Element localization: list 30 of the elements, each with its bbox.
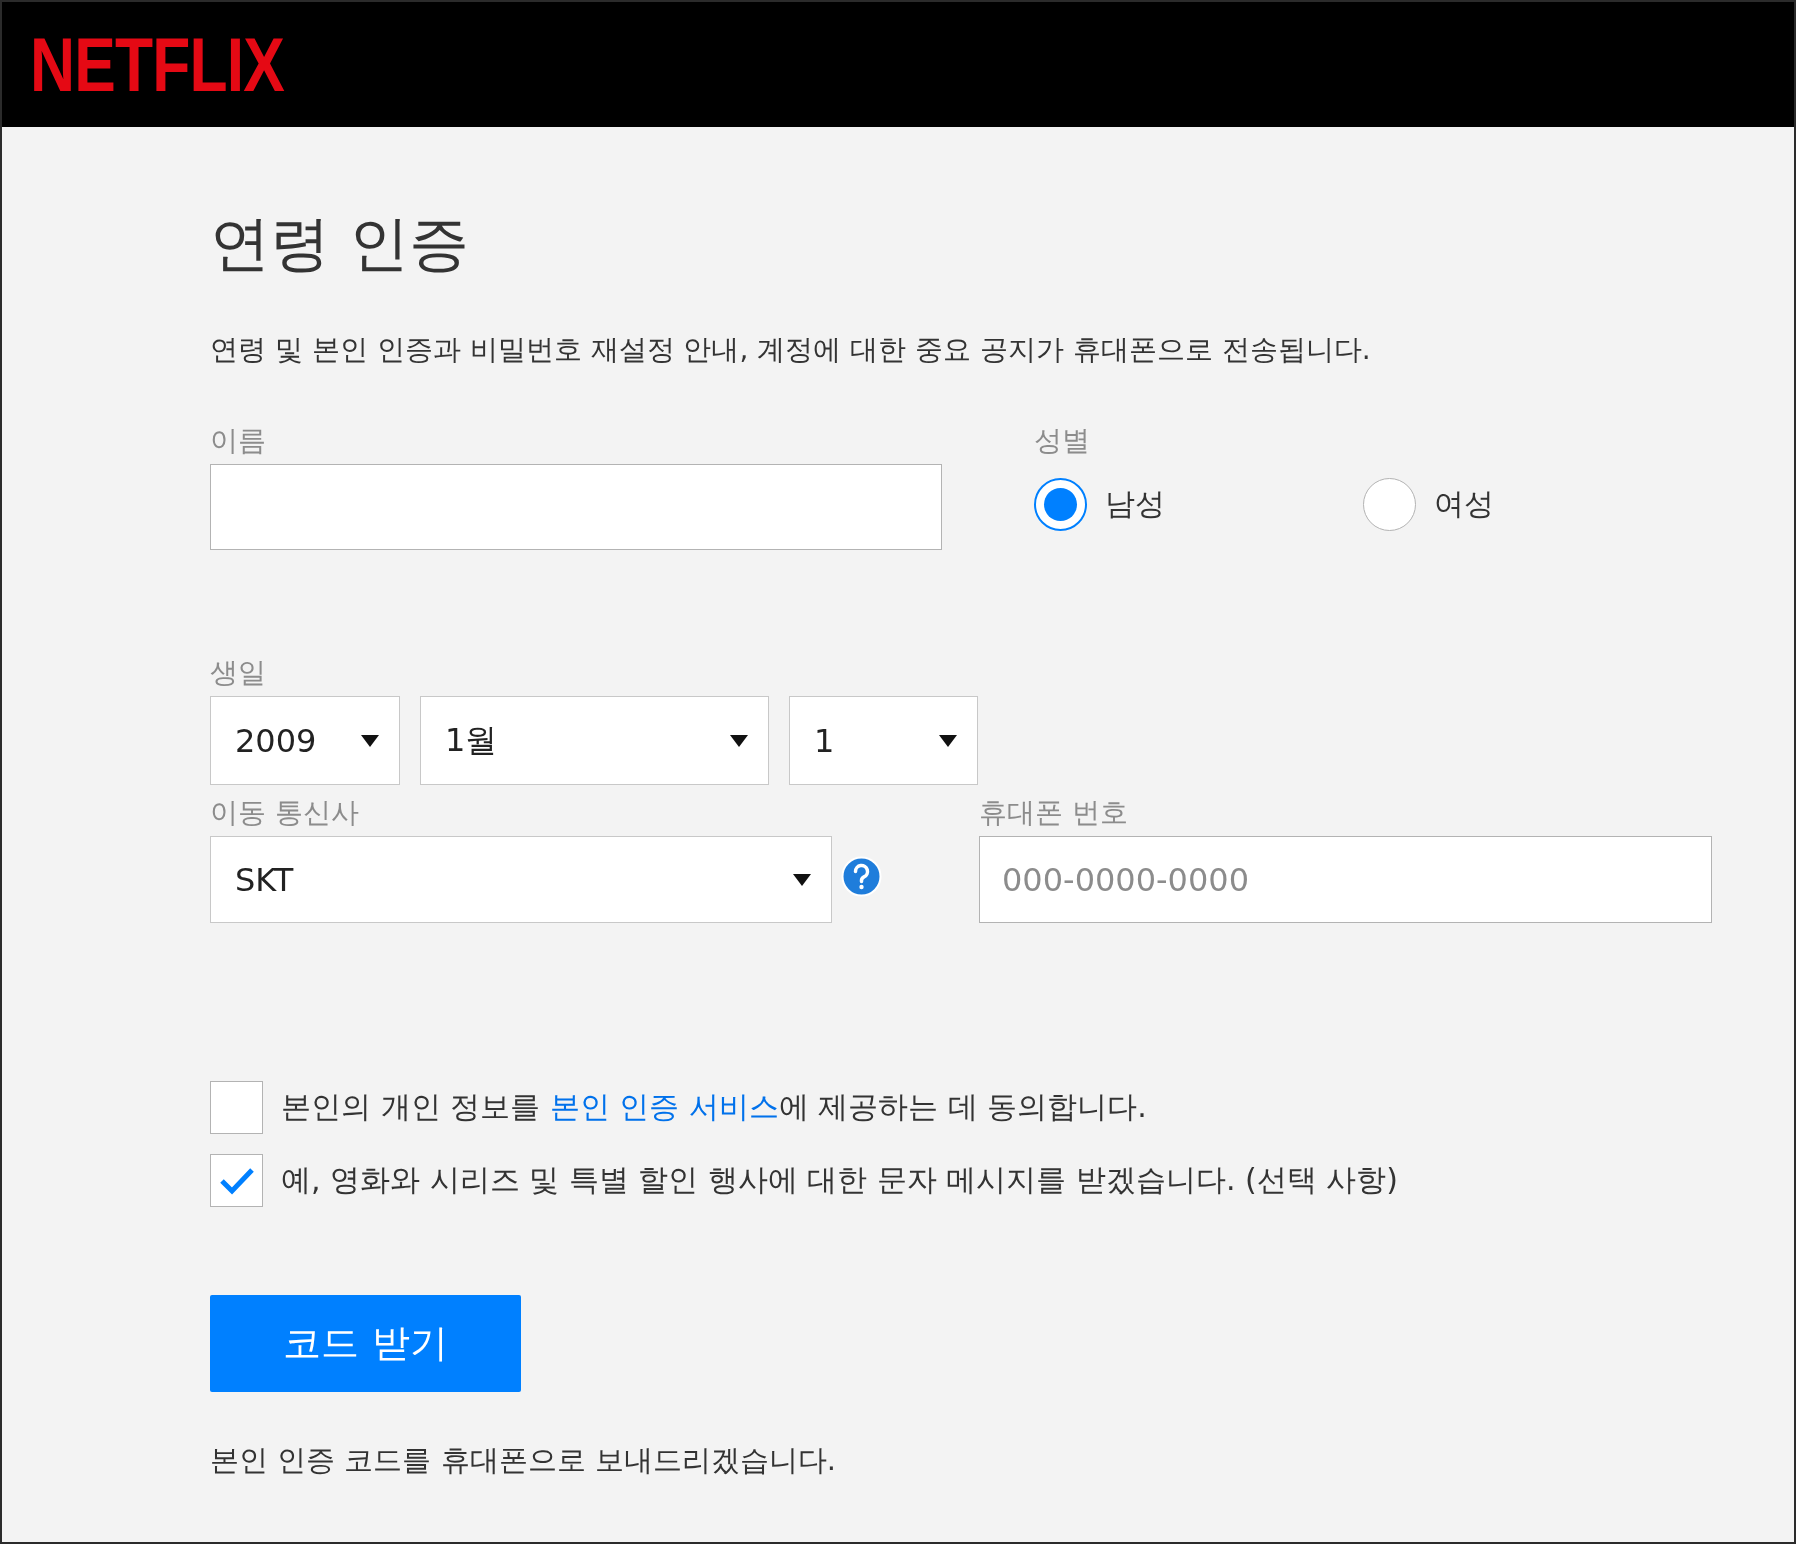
birthday-dropdown[interactable]: 1월 — [420, 696, 769, 785]
radio-label[interactable]: 남성 — [1105, 484, 1165, 525]
logo[interactable]: NETFLIX — [30, 26, 284, 103]
caret-icon — [730, 734, 748, 747]
description-text: 연령 및 본인 인증과 비밀번호 재설정 안내, 계정에 대한 중요 공지가 휴대폰으로 전송됩니다. — [210, 332, 1372, 368]
phone-label: 휴대폰 번호 — [979, 796, 1129, 830]
name-label: 이름 — [210, 424, 267, 458]
page-title: 연령 인증 — [210, 207, 471, 280]
service-link[interactable]: 본인 인증 서비스 — [549, 1089, 779, 1124]
checkbox[interactable] — [210, 1154, 263, 1207]
birthday-dropdown[interactable]: 1 — [789, 696, 978, 785]
carrier-dropdown[interactable]: SKT — [210, 836, 832, 923]
checkbox[interactable] — [210, 1081, 263, 1134]
caret-icon — [939, 734, 957, 747]
carrier-label: 이동 통신사 — [210, 796, 360, 830]
get-code-button[interactable]: 코드 받기 — [210, 1295, 521, 1392]
name-input-field[interactable] — [210, 464, 942, 550]
help-icon[interactable] — [841, 856, 882, 897]
consent-text: 본인의 개인 정보를 본인 인증 서비스에 제공하는 데 동의합니다. — [281, 1088, 1147, 1126]
caret-icon — [361, 734, 379, 747]
birthday-dropdown[interactable]: 2009 — [210, 696, 400, 785]
birthday-label: 생일 — [210, 656, 267, 690]
caret-icon — [793, 873, 811, 886]
consent-text: 예, 영화와 시리즈 및 특별 할인 행사에 대한 문자 메시지를 받겠습니다. (선택 사항) — [281, 1161, 1398, 1199]
gender-label: 성별 — [1034, 424, 1091, 458]
radio-button[interactable] — [1363, 478, 1416, 531]
radio-label[interactable]: 여성 — [1434, 484, 1494, 525]
radio-button[interactable] — [1034, 478, 1087, 531]
phone-input-field[interactable]: 000-0000-0000 — [979, 836, 1712, 923]
note-text: 본인 인증 코드를 휴대폰으로 보내드리겠습니다. — [210, 1442, 838, 1478]
